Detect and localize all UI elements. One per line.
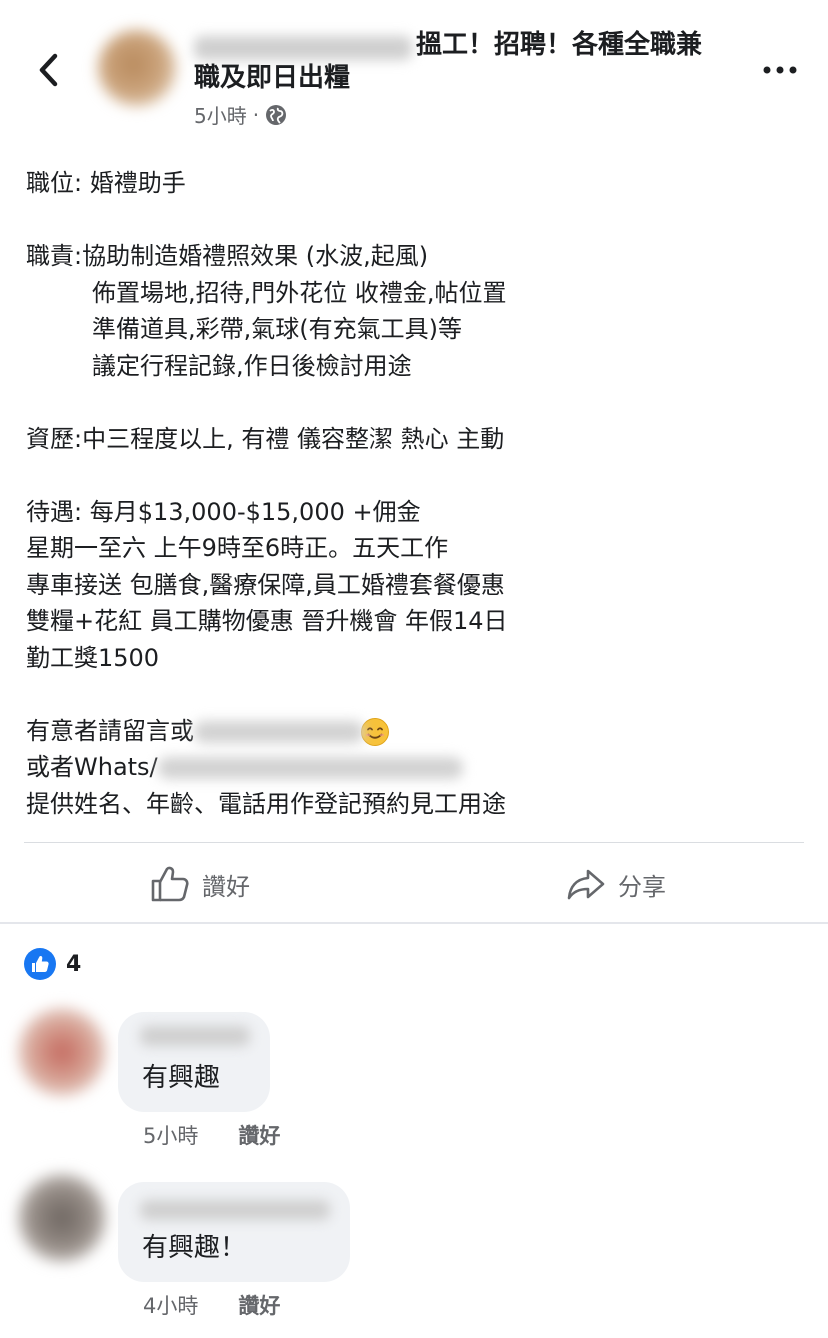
like-label: 讚好 bbox=[202, 872, 250, 901]
commenter-avatar[interactable] bbox=[18, 1008, 106, 1096]
duty-line: 佈置場地,招待,門外花位 收禮金,帖位置 bbox=[92, 278, 507, 307]
duty-line: 準備道具,彩帶,氣球(有充氣工具)等 bbox=[92, 315, 462, 343]
post-meta: 5小時 · bbox=[194, 100, 287, 129]
section-separator bbox=[0, 922, 828, 924]
contact-line: 有意者請留言或 bbox=[26, 713, 806, 750]
pay-line: 待遇: 每月$13,000-$15,000 +佣金 bbox=[26, 497, 421, 526]
benefits-line: 勤工獎1500 bbox=[26, 643, 160, 672]
post-time[interactable]: 5小時 bbox=[194, 100, 247, 129]
commenter-avatar[interactable] bbox=[18, 1174, 106, 1262]
smiley-emoji-icon bbox=[360, 717, 390, 747]
duty-line: 議定行程記錄,作日後檢討用途 bbox=[92, 351, 412, 380]
comment-meta: 4小時 讚好 bbox=[143, 1290, 280, 1320]
divider bbox=[24, 842, 804, 843]
comment-like-button[interactable]: 讚好 bbox=[238, 1120, 280, 1150]
group-title-line-2[interactable]: 職及即日出糧 bbox=[194, 60, 350, 96]
reactions-summary[interactable]: 4 bbox=[24, 948, 81, 980]
thumbs-up-icon bbox=[151, 866, 189, 902]
reaction-count: 4 bbox=[66, 951, 82, 977]
share-arrow-icon bbox=[567, 869, 605, 900]
redacted-contact bbox=[194, 720, 364, 743]
like-reaction-icon bbox=[24, 948, 56, 980]
redacted-contact bbox=[157, 757, 463, 779]
like-button[interactable]: 讚好 bbox=[150, 845, 250, 923]
share-button[interactable]: 分享 bbox=[566, 845, 666, 923]
comment-time[interactable]: 5小時 bbox=[143, 1120, 198, 1150]
comment-text: 有興趣！ bbox=[142, 1233, 247, 1263]
action-bar: 讚好 分享 bbox=[0, 845, 828, 923]
globe-icon bbox=[265, 104, 287, 126]
post-body: 職位: 婚禮助手 職責:協助制造婚禮照效果 (水波,起風) 佈置場地,招待,門外… bbox=[26, 165, 806, 822]
comment-text: 有興趣 bbox=[142, 1063, 221, 1093]
contact-text: 或者Whats/ bbox=[26, 753, 158, 781]
benefits-line: 雙糧+花紅 員工購物優惠 晉升機會 年假14日 bbox=[26, 607, 508, 635]
commenter-name-redacted bbox=[140, 1026, 250, 1046]
group-title[interactable]: 搵工！招聘！各種全職兼 bbox=[416, 27, 702, 63]
comment-like-button[interactable]: 讚好 bbox=[238, 1290, 280, 1320]
more-options-button[interactable] bbox=[760, 52, 800, 88]
benefits-line: 專車接送 包膳食,醫療保障,員工婚禮套餐優惠 bbox=[26, 570, 505, 599]
author-name-redacted bbox=[194, 36, 412, 60]
contact-line: 提供姓名、年齡、電話用作登記預約見工用途 bbox=[26, 789, 506, 818]
qualification-line: 資歷:中三程度以上, 有禮 儀容整潔 熱心 主動 bbox=[26, 424, 505, 453]
author-avatar[interactable] bbox=[98, 30, 176, 106]
contact-line: 或者Whats/ bbox=[26, 749, 806, 786]
share-label: 分享 bbox=[618, 872, 666, 901]
contact-text: 有意者請留言或 bbox=[26, 716, 194, 745]
commenter-name-redacted bbox=[140, 1200, 330, 1220]
meta-separator: · bbox=[252, 102, 260, 127]
back-button[interactable] bbox=[30, 48, 66, 92]
chevron-left-icon bbox=[39, 53, 58, 87]
hours-line: 星期一至六 上午9時至6時正。五天工作 bbox=[26, 534, 449, 562]
duties-line: 職責:協助制造婚禮照效果 (水波,起風) bbox=[26, 242, 429, 270]
comment-time[interactable]: 4小時 bbox=[143, 1290, 198, 1320]
comment-meta: 5小時 讚好 bbox=[143, 1120, 280, 1150]
more-horizontal-icon bbox=[763, 66, 797, 74]
position-line: 職位: 婚禮助手 bbox=[26, 169, 186, 197]
